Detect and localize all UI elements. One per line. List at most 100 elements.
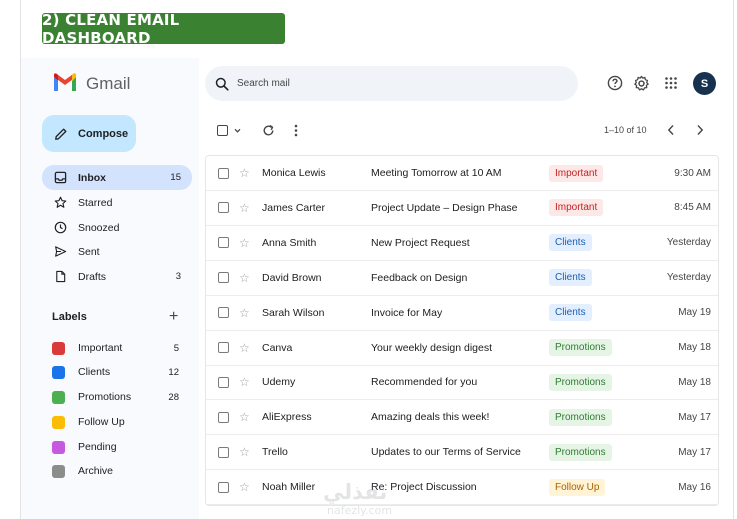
add-label-button[interactable]: +: [169, 309, 178, 325]
sidebar-item-inbox[interactable]: Inbox 15: [42, 165, 192, 190]
email-time: May 18: [678, 376, 711, 388]
email-sender: Trello: [262, 446, 288, 459]
label-promotions[interactable]: Promotions 28: [52, 388, 182, 406]
label-follow-up[interactable]: Follow Up: [52, 413, 182, 431]
drafts-count: 3: [175, 271, 181, 282]
label-pending[interactable]: Pending: [52, 438, 182, 456]
label-name: Promotions: [78, 391, 132, 403]
email-row[interactable]: ☆ Udemy Recommended for you Promotions May 1…: [206, 365, 718, 401]
compose-button[interactable]: Compose: [42, 115, 136, 152]
email-subject: Re: Project Discussion: [371, 481, 477, 494]
help-icon[interactable]: [606, 74, 624, 92]
settings-gear-icon[interactable]: [632, 74, 650, 92]
row-checkbox[interactable]: [218, 376, 229, 388]
label-important[interactable]: Important 5: [52, 339, 182, 357]
sidebar-item-starred[interactable]: Starred: [42, 190, 192, 215]
email-label-chip[interactable]: Promotions: [549, 339, 612, 356]
select-all-checkbox[interactable]: [217, 123, 242, 137]
email-label-chip[interactable]: Important: [549, 199, 604, 217]
email-label-chip[interactable]: Promotions: [549, 408, 612, 426]
star-icon[interactable]: ☆: [239, 342, 250, 354]
email-time: Yesterday: [666, 272, 711, 284]
email-sender: David Brown: [262, 271, 322, 284]
labels-heading: Labels: [52, 311, 87, 323]
inbox-count: 15: [170, 172, 181, 183]
email-label-chip[interactable]: Promotions: [549, 443, 612, 461]
more-vert-icon[interactable]: [294, 123, 298, 137]
sidebar-item-snoozed[interactable]: Snoozed: [42, 215, 192, 240]
avatar[interactable]: S: [693, 72, 716, 95]
email-row[interactable]: ☆ AliExpress Amazing deals this week! Promo…: [206, 400, 718, 436]
star-icon[interactable]: ☆: [239, 411, 250, 423]
email-list: ☆ Monica Lewis Meeting Tomorrow at 10 AM Im…: [205, 155, 719, 506]
sidebar-item-label: Drafts: [78, 270, 107, 283]
email-time: 8:45 AM: [674, 202, 711, 214]
next-page-icon[interactable]: [696, 123, 704, 137]
star-icon: [53, 196, 67, 210]
email-label-chip[interactable]: Clients: [549, 304, 592, 322]
label-color-swatch: [52, 464, 65, 478]
row-checkbox[interactable]: [218, 342, 229, 353]
star-icon[interactable]: ☆: [239, 237, 250, 249]
star-icon[interactable]: ☆: [239, 376, 250, 388]
apps-grid-icon[interactable]: [662, 74, 680, 92]
label-color-swatch: [52, 390, 65, 404]
checkbox-icon: [217, 124, 228, 136]
label-color-swatch: [52, 341, 65, 355]
row-checkbox[interactable]: [218, 307, 229, 319]
email-label-chip[interactable]: Clients: [549, 234, 592, 252]
email-subject: Invoice for May: [371, 306, 443, 319]
email-row[interactable]: ☆ Anna Smith New Project Request Clients Yes…: [206, 226, 718, 261]
label-name: Clients: [78, 366, 111, 378]
email-sender: AliExpress: [262, 411, 312, 424]
star-icon[interactable]: ☆: [239, 272, 250, 284]
email-label-chip[interactable]: Clients: [549, 269, 592, 287]
sidebar-item-drafts[interactable]: Drafts 3: [42, 264, 192, 289]
email-time: May 18: [678, 342, 711, 353]
email-label-chip[interactable]: Follow Up: [549, 478, 606, 496]
draft-icon: [53, 270, 67, 284]
row-checkbox[interactable]: [218, 202, 229, 214]
label-color-swatch: [52, 415, 65, 429]
row-checkbox[interactable]: [218, 446, 229, 458]
email-subject: Updates to our Terms of Service: [371, 446, 521, 459]
sidebar-item-sent[interactable]: Sent: [42, 239, 192, 264]
sidebar-item-label: Sent: [78, 245, 100, 258]
email-sender: Anna Smith: [262, 236, 317, 249]
email-row[interactable]: ☆ Noah Miller Re: Project Discussion Follow…: [206, 470, 718, 505]
email-sender: Monica Lewis: [262, 167, 326, 179]
label-archive[interactable]: Archive: [52, 462, 182, 480]
star-icon[interactable]: ☆: [239, 481, 250, 493]
email-row[interactable]: ☆ Trello Updates to our Terms of Service Pr…: [206, 435, 718, 471]
email-row[interactable]: ☆ Monica Lewis Meeting Tomorrow at 10 AM Im…: [206, 156, 718, 191]
email-label-chip[interactable]: Important: [549, 164, 604, 182]
row-checkbox[interactable]: [218, 411, 229, 423]
search-icon: [215, 77, 229, 91]
star-icon[interactable]: ☆: [239, 446, 250, 458]
sidebar-item-label: Snoozed: [78, 221, 120, 234]
email-row[interactable]: ☆ James Carter Project Update – Design Pha…: [206, 191, 718, 226]
star-icon[interactable]: ☆: [239, 202, 250, 214]
email-row[interactable]: ☆ Sarah Wilson Invoice for May Clients May 1…: [206, 296, 718, 331]
search-bar[interactable]: [205, 66, 578, 101]
email-row[interactable]: ☆ Canva Your weekly design digest Promotion…: [206, 331, 718, 366]
email-row[interactable]: ☆ David Brown Feedback on Design Clients Yes…: [206, 261, 718, 296]
email-sender: Canva: [262, 341, 293, 354]
email-time: May 16: [678, 481, 711, 493]
label-clients[interactable]: Clients 12: [52, 363, 182, 381]
email-label-chip[interactable]: Promotions: [549, 373, 612, 391]
refresh-icon[interactable]: [262, 123, 275, 137]
row-checkbox[interactable]: [218, 167, 229, 179]
email-subject: Meeting Tomorrow at 10 AM: [371, 167, 502, 179]
email-sender: Noah Miller: [262, 481, 316, 494]
search-input[interactable]: [237, 78, 537, 89]
gmail-logo-icon[interactable]: [52, 72, 78, 94]
label-name: Pending: [78, 441, 117, 453]
row-checkbox[interactable]: [218, 237, 229, 249]
prev-page-icon[interactable]: [667, 123, 675, 137]
row-checkbox[interactable]: [218, 481, 229, 493]
star-icon[interactable]: ☆: [239, 167, 250, 179]
star-icon[interactable]: ☆: [239, 307, 250, 319]
row-checkbox[interactable]: [218, 272, 229, 284]
right-divider: [733, 0, 734, 519]
